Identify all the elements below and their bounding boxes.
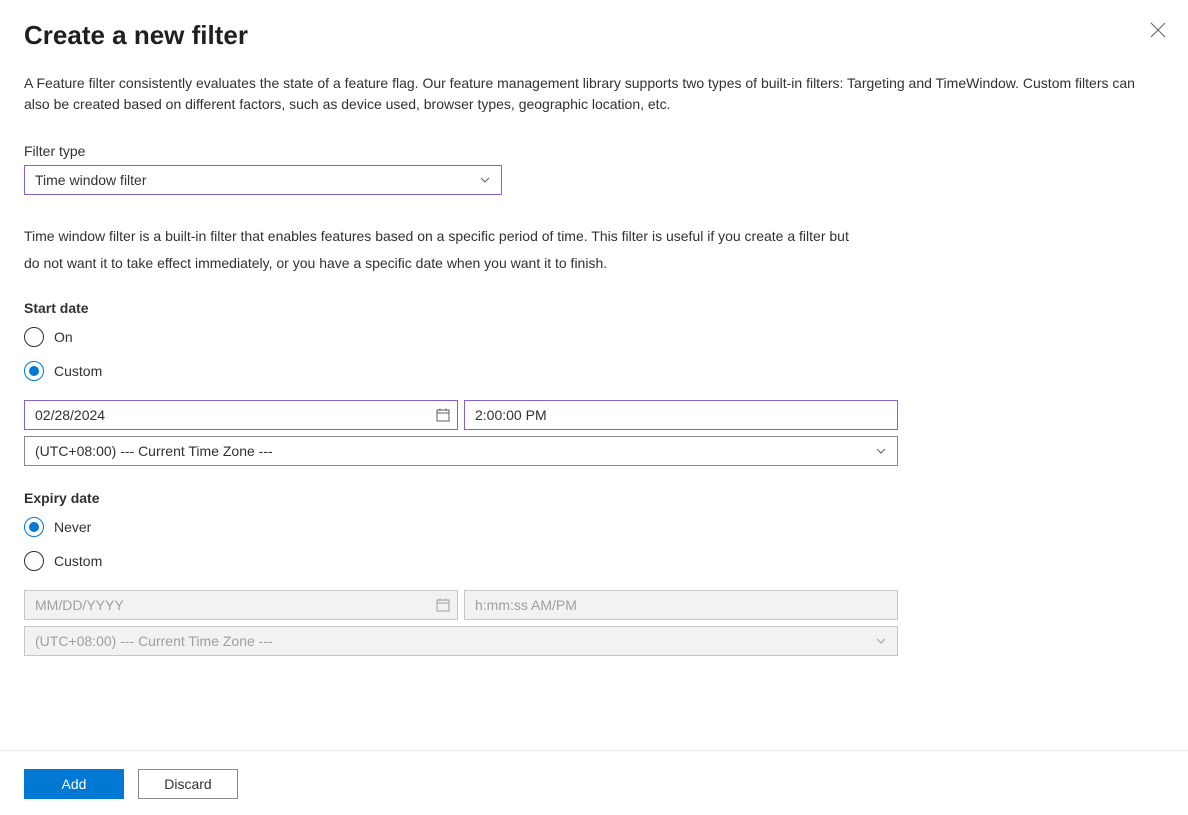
expiry-date-radio-never[interactable]: Never <box>24 516 1164 538</box>
expiry-date-label: Expiry date <box>24 490 1164 506</box>
radio-label: Custom <box>54 553 102 569</box>
discard-button[interactable]: Discard <box>138 769 238 799</box>
chevron-down-icon <box>875 445 887 457</box>
start-date-radio-custom[interactable]: Custom <box>24 360 1164 382</box>
panel-description: A Feature filter consistently evaluates … <box>24 73 1164 115</box>
expiry-time-input[interactable] <box>464 590 898 620</box>
close-button[interactable] <box>1150 22 1166 38</box>
radio-label: On <box>54 329 73 345</box>
expiry-timezone-value: (UTC+08:00) --- Current Time Zone --- <box>35 633 875 649</box>
expiry-date-radio-custom[interactable]: Custom <box>24 550 1164 572</box>
radio-icon <box>24 551 44 571</box>
expiry-date-input[interactable] <box>24 590 458 620</box>
radio-icon <box>24 517 44 537</box>
radio-icon <box>24 361 44 381</box>
panel-footer: Add Discard <box>0 750 1188 815</box>
add-button[interactable]: Add <box>24 769 124 799</box>
panel-title: Create a new filter <box>24 20 1164 51</box>
create-filter-panel: Create a new filter A Feature filter con… <box>0 0 1188 815</box>
expiry-date-section: Expiry date Never Custom (UTC+08:00) ---… <box>24 490 1164 656</box>
radio-icon <box>24 327 44 347</box>
filter-type-help-text: Time window filter is a built-in filter … <box>24 223 864 276</box>
filter-type-label: Filter type <box>24 143 1164 159</box>
start-timezone-select[interactable]: (UTC+08:00) --- Current Time Zone --- <box>24 436 898 466</box>
filter-type-value: Time window filter <box>35 172 479 188</box>
start-date-radio-on[interactable]: On <box>24 326 1164 348</box>
start-timezone-value: (UTC+08:00) --- Current Time Zone --- <box>35 443 875 459</box>
start-date-input-wrap <box>24 400 458 430</box>
radio-label: Custom <box>54 363 102 379</box>
filter-type-select[interactable]: Time window filter <box>24 165 502 195</box>
start-date-section: Start date On Custom (UTC+08:00) --- Cur… <box>24 300 1164 466</box>
expiry-date-radio-group: Never Custom <box>24 516 1164 572</box>
radio-label: Never <box>54 519 91 535</box>
start-time-input[interactable] <box>464 400 898 430</box>
expiry-timezone-select[interactable]: (UTC+08:00) --- Current Time Zone --- <box>24 626 898 656</box>
chevron-down-icon <box>479 174 491 186</box>
start-date-radio-group: On Custom <box>24 326 1164 382</box>
chevron-down-icon <box>875 635 887 647</box>
expiry-date-input-wrap <box>24 590 458 620</box>
start-date-label: Start date <box>24 300 1164 316</box>
close-icon <box>1150 22 1166 38</box>
start-date-input[interactable] <box>24 400 458 430</box>
